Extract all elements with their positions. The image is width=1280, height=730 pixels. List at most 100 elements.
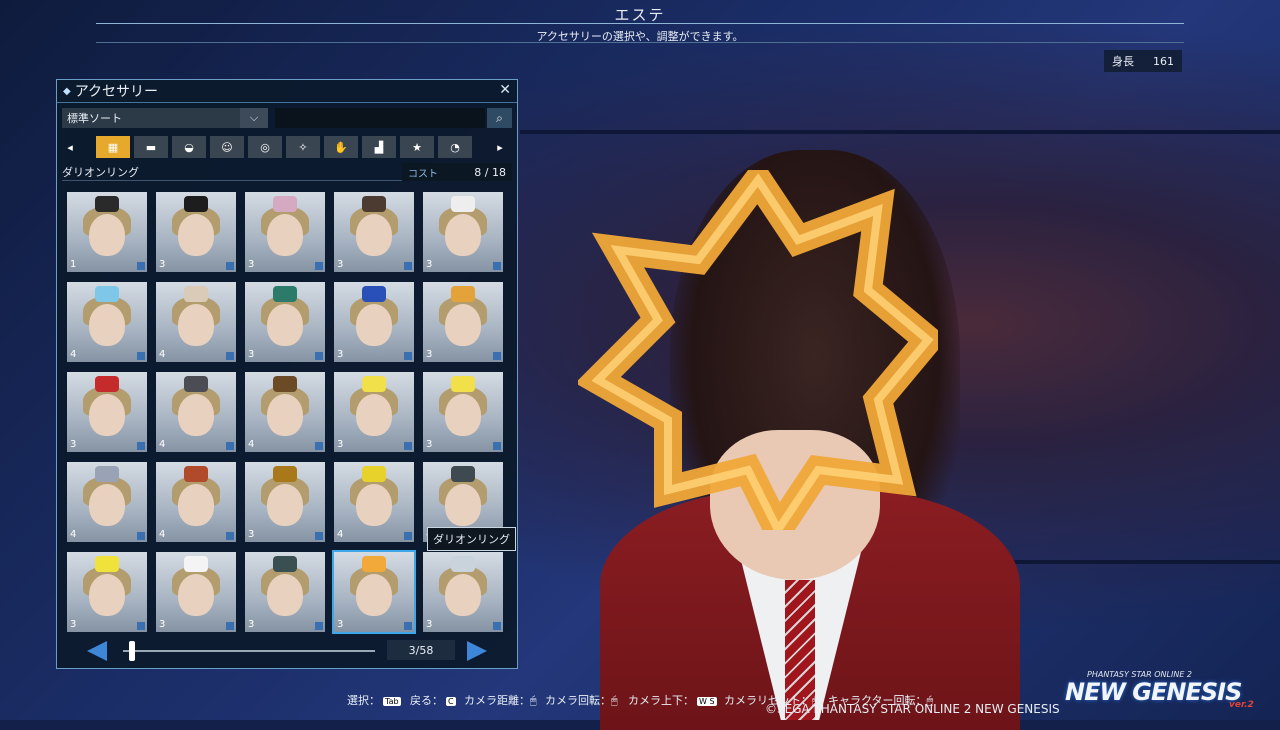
accessory-item[interactable]: 3 <box>245 192 325 272</box>
item-level: 3 <box>70 439 77 450</box>
tag-icon <box>315 262 323 270</box>
accessory-preview-icon <box>273 466 297 482</box>
tag-icon <box>404 262 412 270</box>
accessory-grid: 1333344333344334434433333 <box>67 192 509 634</box>
accessory-preview-icon <box>362 466 386 482</box>
accessory-item[interactable]: 3 <box>245 462 325 542</box>
tab-ring[interactable]: ◎ <box>248 136 282 158</box>
next-page-button[interactable] <box>467 641 487 661</box>
accessory-preview-icon <box>184 376 208 392</box>
preview-face <box>178 304 214 346</box>
tab-wing[interactable]: ✧ <box>286 136 320 158</box>
search-icon[interactable]: ⌕ <box>487 108 512 128</box>
tag-icon <box>226 262 234 270</box>
accessory-item[interactable]: 4 <box>67 462 147 542</box>
accessory-item[interactable]: 3 <box>423 192 503 272</box>
accessory-item[interactable]: 1 <box>67 192 147 272</box>
tag-icon <box>404 622 412 630</box>
preview-face <box>267 394 303 436</box>
accessory-item[interactable]: 4 <box>156 462 236 542</box>
accessory-item[interactable]: 3 <box>332 550 416 634</box>
page-slider-thumb[interactable] <box>129 641 135 661</box>
page-slider-track[interactable] <box>123 650 375 652</box>
accessory-item[interactable]: 3 <box>245 552 325 632</box>
accessory-preview-icon <box>451 286 475 302</box>
accessory-item[interactable]: 3 <box>67 372 147 452</box>
tag-icon <box>315 622 323 630</box>
tab-prev-icon[interactable]: ◂ <box>62 136 78 158</box>
accessory-preview-icon <box>273 196 297 212</box>
accessory-item[interactable]: 3 <box>156 192 236 272</box>
hint-camera-distance: カメラ距離：🖱 <box>464 694 537 707</box>
accessory-item[interactable]: 4 <box>334 462 414 542</box>
accessory-item[interactable]: 3 <box>334 282 414 362</box>
accessory-item[interactable]: 4 <box>67 282 147 362</box>
sort-search-row: 標準ソート ⌵ ⌕ <box>62 108 512 128</box>
tag-icon <box>493 622 501 630</box>
tag-icon <box>137 532 145 540</box>
item-level: 3 <box>159 259 166 270</box>
tab-face[interactable]: ☺ <box>210 136 244 158</box>
ws-key-icon: W S <box>697 696 717 706</box>
accessory-item[interactable]: 4 <box>156 282 236 362</box>
accessory-item[interactable]: 3 <box>334 192 414 272</box>
tab-pie[interactable]: ◔ <box>438 136 472 158</box>
preview-face <box>445 484 481 526</box>
tab-rect[interactable]: ▬ <box>134 136 168 158</box>
tab-next-icon[interactable]: ▸ <box>492 136 508 158</box>
tab-all[interactable]: ▦ <box>96 136 130 158</box>
sort-select[interactable]: 標準ソート <box>62 108 268 128</box>
tab-star[interactable]: ★ <box>400 136 434 158</box>
cost-label: コスト <box>408 168 438 180</box>
tab-helmet[interactable]: ◒ <box>172 136 206 158</box>
height-label: 身長 <box>1112 55 1134 68</box>
tab-hand[interactable]: ✋ <box>324 136 358 158</box>
tab-stair[interactable]: ▟ <box>362 136 396 158</box>
panel-title: アクセサリー <box>74 84 159 100</box>
cost-value: 8 / 18 <box>474 165 506 179</box>
preview-face <box>178 484 214 526</box>
accessory-preview-icon <box>95 286 119 302</box>
accessory-item[interactable]: 3 <box>423 282 503 362</box>
accessory-preview-icon <box>451 196 475 212</box>
preview-face <box>178 394 214 436</box>
accessory-item[interactable]: 3 <box>156 552 236 632</box>
item-level: 3 <box>248 529 255 540</box>
tag-icon <box>137 622 145 630</box>
item-level: 3 <box>426 439 433 450</box>
accessory-preview-icon <box>184 286 208 302</box>
preview-face <box>356 574 392 616</box>
height-display: 身長 161 <box>1104 50 1182 72</box>
preview-face <box>445 394 481 436</box>
accessory-item[interactable]: 3 <box>67 552 147 632</box>
accessory-item[interactable]: 4 <box>156 372 236 452</box>
tag-icon <box>137 352 145 360</box>
accessory-item[interactable]: 3 <box>423 372 503 452</box>
tag-icon <box>315 352 323 360</box>
tag-icon <box>404 532 412 540</box>
accessory-item[interactable]: 3 <box>334 372 414 452</box>
divider <box>96 42 1184 43</box>
item-tooltip: ダリオンリング <box>427 527 516 551</box>
divider <box>96 23 1184 24</box>
prev-page-button[interactable] <box>87 641 107 661</box>
preview-face <box>178 574 214 616</box>
selected-item-name: ダリオンリング <box>62 164 402 181</box>
accessory-preview-icon <box>95 376 119 392</box>
screen-title: エステ <box>614 6 666 24</box>
item-level: 3 <box>248 349 255 360</box>
hint-select: 選択： Tab <box>347 694 401 707</box>
chevron-down-icon[interactable]: ⌵ <box>240 108 268 128</box>
preview-face <box>356 394 392 436</box>
character-preview[interactable] <box>560 110 1020 730</box>
close-icon[interactable]: ✕ <box>499 82 511 98</box>
copyright: ©SEGA PHANTASY STAR ONLINE 2 NEW GENESIS <box>765 702 1060 716</box>
accessory-item[interactable]: 3 <box>245 282 325 362</box>
item-level: 4 <box>159 439 166 450</box>
search-input[interactable] <box>275 108 485 128</box>
preview-face <box>356 304 392 346</box>
preview-face <box>89 574 125 616</box>
accessory-item[interactable]: 4 <box>245 372 325 452</box>
tag-icon <box>315 532 323 540</box>
accessory-item[interactable]: 3 <box>423 552 503 632</box>
